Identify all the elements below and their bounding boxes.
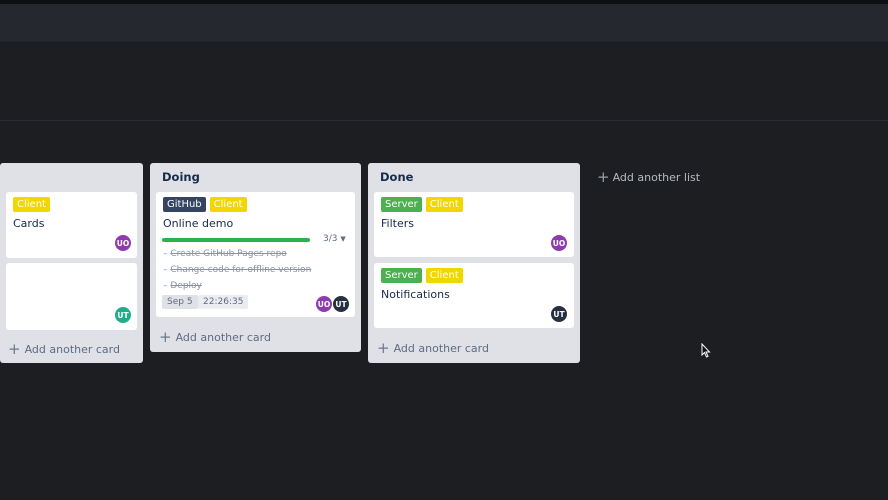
app-header	[0, 4, 888, 42]
add-card-button[interactable]: + Add another card	[377, 339, 489, 357]
label-client: Client	[425, 268, 463, 283]
label-client: Client	[209, 197, 247, 212]
avatar[interactable]: UT	[333, 296, 349, 312]
add-card-button[interactable]: + Add another card	[8, 340, 120, 358]
label-github: GitHub	[163, 197, 206, 212]
avatar[interactable]: UO	[115, 235, 131, 251]
checklist-item[interactable]: – Create GitHub Pages repo	[163, 249, 287, 259]
list-title: Done	[380, 170, 414, 184]
avatar[interactable]: UO	[551, 235, 567, 251]
card[interactable]: Server Client Notifications UT	[374, 263, 574, 328]
plus-icon: +	[159, 328, 172, 346]
avatar[interactable]: UT	[115, 307, 131, 323]
label-client: Client	[425, 197, 463, 212]
time-badge: 22:26:35	[198, 295, 249, 309]
plus-icon: +	[597, 168, 610, 186]
list-doing: Doing GitHub Client Online demo 3/3 ▼ – …	[150, 163, 361, 352]
list-partial: Client Cards UO UT + Add another card	[0, 163, 143, 363]
list-title: Doing	[162, 170, 200, 184]
list-done: Done Server Client Filters UO Server Cli…	[368, 163, 580, 363]
avatar[interactable]: UT	[551, 306, 567, 322]
board-header-divider	[0, 120, 888, 121]
card[interactable]: Server Client Filters UO	[374, 192, 574, 257]
card-title: Filters	[381, 217, 414, 230]
card-title: Notifications	[381, 288, 450, 301]
card-title: Cards	[13, 217, 45, 230]
checklist-item[interactable]: – Deploy	[163, 281, 202, 291]
card-title: Online demo	[163, 217, 234, 230]
label-server: Server	[381, 268, 422, 283]
mouse-cursor-icon	[701, 343, 711, 358]
checklist-item[interactable]: – Change code for offline version	[163, 265, 311, 275]
label-server: Server	[381, 197, 422, 212]
checklist-progress-toggle[interactable]: 3/3 ▼	[323, 234, 346, 244]
avatar[interactable]: UO	[316, 296, 332, 312]
plus-icon: +	[8, 340, 21, 358]
due-date-badge[interactable]: Sep 5	[162, 295, 198, 309]
card[interactable]: GitHub Client Online demo 3/3 ▼ – Create…	[156, 192, 355, 317]
label-client: Client	[13, 197, 50, 212]
caret-down-icon: ▼	[340, 235, 346, 243]
checklist-progress-bar	[162, 238, 310, 242]
plus-icon: +	[377, 339, 390, 357]
card[interactable]: Client Cards UO	[6, 192, 137, 258]
add-card-button[interactable]: + Add another card	[159, 328, 271, 346]
add-list-button[interactable]: + Add another list	[597, 168, 700, 186]
card[interactable]: UT	[6, 263, 137, 330]
